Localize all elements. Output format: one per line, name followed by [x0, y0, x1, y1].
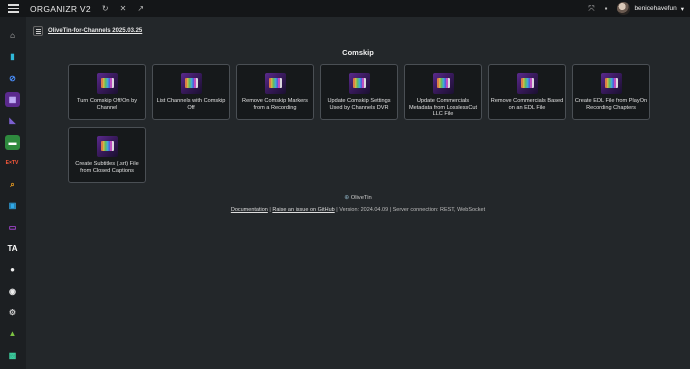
footer-logo: ⊕ OliveTin — [26, 195, 690, 201]
documentation-link[interactable]: Documentation — [231, 207, 268, 213]
action-label: Turn Comskip Off/On by Channel — [77, 98, 137, 111]
footer-links: Documentation | Raise an issue on GitHub… — [26, 207, 690, 213]
action-icon — [96, 73, 118, 94]
menu-icon[interactable] — [0, 0, 26, 17]
action-label: Remove Commercials Based on an EDL File — [490, 98, 564, 111]
sidebar-item-compass[interactable]: ⊘ — [5, 71, 20, 86]
flag-icon: ▬ — [8, 137, 17, 147]
sidebar: ⌂ ▮ ⊘ ▦ ◣ ▬ E×TV ⌕ ▣ ▭ TA ● ◉ ⚙ ▲ ▩ — [0, 17, 26, 369]
refresh-icon[interactable]: ↻ — [102, 4, 109, 13]
sidebar-item-olivetin[interactable]: ▦ — [5, 91, 20, 107]
gear-icon: ⚙ — [8, 307, 17, 317]
action-button[interactable]: Update Commercials Metadata from Lossles… — [404, 64, 482, 120]
landscape-icon: ▩ — [8, 350, 17, 360]
page-title: Comskip — [342, 48, 374, 57]
action-icon — [348, 73, 370, 94]
olivetin-logo-icon: ⊕ — [344, 195, 350, 201]
action-icon — [432, 73, 454, 94]
lock-icon: ▣ — [8, 201, 17, 211]
action-icon — [264, 73, 286, 94]
home-icon: ⌂ — [10, 31, 15, 40]
sidebar-item-circle[interactable]: ● — [5, 262, 20, 277]
breadcrumb-link[interactable]: OliveTin-for-Channels 2025.03.25 — [48, 28, 142, 34]
action-icon — [180, 73, 202, 94]
main-content: OliveTin-for-Channels 2025.03.25 Comskip… — [26, 17, 690, 369]
sidebar-item-flag[interactable]: ▬ — [5, 134, 20, 150]
close-icon[interactable]: ✕ — [120, 4, 127, 13]
search-icon: ⌕ — [10, 179, 15, 189]
plex-icon: ◣ — [9, 116, 16, 126]
android-icon: ▲ — [8, 329, 17, 339]
app-title: ORGANIZR V2 — [30, 3, 91, 14]
sidebar-item-bottle[interactable]: ▮ — [5, 49, 20, 64]
lock-icon[interactable]: ▪ — [605, 4, 608, 13]
sidebar-item-plex[interactable]: ◣ — [5, 113, 20, 128]
action-button[interactable]: Create EDL File from PlayOn Recording Ch… — [572, 64, 650, 120]
sidebar-item-radio[interactable]: ◉ — [5, 284, 20, 299]
version-text: | Version: 2024.04.09 | Server connectio… — [334, 207, 486, 213]
action-icon — [516, 73, 538, 94]
raise-issue-link[interactable]: Raise an issue on GitHub — [272, 207, 334, 213]
external-link-icon[interactable]: ↗ — [137, 4, 144, 13]
sidebar-item-ta[interactable]: TA — [5, 241, 20, 256]
fullscreen-icon[interactable]: ⤧ — [588, 4, 594, 13]
tv-icon: ▭ — [8, 222, 17, 232]
avatar — [617, 2, 631, 15]
action-button[interactable]: Update Comskip Settings Used by Channels… — [320, 64, 398, 120]
sidebar-item-lock[interactable]: ▣ — [5, 198, 20, 213]
sidebar-item-landscape[interactable]: ▩ — [5, 348, 20, 363]
sidebar-item-search[interactable]: ⌕ — [5, 177, 20, 192]
sidebar-item-home[interactable]: ⌂ — [5, 28, 20, 43]
sidebar-item-etv[interactable]: E×TV — [4, 156, 20, 171]
sidebar-toggle-icon[interactable] — [33, 26, 43, 36]
action-label: Update Comskip Settings Used by Channels… — [327, 98, 391, 111]
action-label: Create EDL File from PlayOn Recording Ch… — [574, 98, 648, 111]
user-name: benicehavefun — [634, 5, 677, 12]
action-button[interactable]: Remove Comskip Markers from a Recording — [236, 64, 314, 120]
action-button[interactable]: List Channels with Comskip Off — [152, 64, 230, 120]
bottle-icon: ▮ — [10, 52, 15, 62]
breadcrumb: OliveTin-for-Channels 2025.03.25 — [33, 26, 142, 36]
action-button[interactable]: Turn Comskip Off/On by Channel — [68, 64, 146, 120]
sidebar-item-gear[interactable]: ⚙ — [5, 305, 20, 320]
action-label: Remove Comskip Markers from a Recording — [242, 98, 308, 111]
chevron-down-icon: ▾ — [680, 5, 684, 13]
action-button[interactable]: Remove Commercials Based on an EDL File — [488, 64, 566, 120]
etv-icon: E×TV — [5, 160, 19, 167]
action-button[interactable]: Create Subtitles (.srt) File from Closed… — [68, 127, 146, 183]
compass-icon: ⊘ — [9, 73, 16, 83]
user-menu[interactable]: benicehavefun ▾ — [617, 2, 684, 15]
radio-icon: ◉ — [9, 286, 16, 296]
footer-logo-text: OliveTin — [350, 195, 372, 201]
action-icon — [96, 136, 118, 157]
circle-icon: ● — [10, 265, 15, 275]
sidebar-item-android[interactable]: ▲ — [5, 326, 20, 341]
ta-icon: TA — [7, 244, 18, 253]
action-label: Update Commercials Metadata from Lossles… — [408, 98, 478, 117]
action-icon — [600, 73, 622, 94]
sidebar-item-tv[interactable]: ▭ — [5, 220, 20, 235]
olivetin-icon: ▦ — [8, 94, 17, 104]
top-bar: ORGANIZR V2 ↻ ✕ ↗ ⤧ ▪ benicehavefun ▾ — [0, 0, 690, 17]
action-label: List Channels with Comskip Off — [156, 98, 226, 111]
action-label: Create Subtitles (.srt) File from Closed… — [75, 161, 139, 174]
